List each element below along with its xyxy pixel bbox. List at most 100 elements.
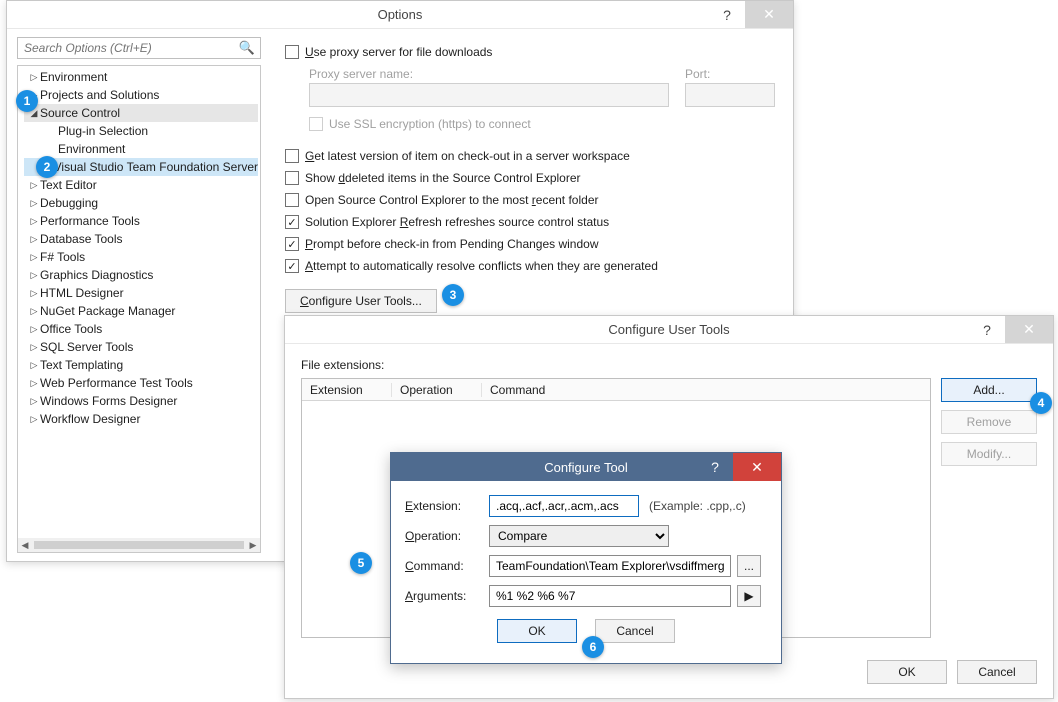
tree-item[interactable]: Visual Studio Team Foundation Server [24,158,258,176]
search-input[interactable] [17,37,261,59]
options-titlebar[interactable]: Options ? ✕ [7,1,793,29]
ssl-checkbox: Use SSL encryption (https) to connect [309,117,775,131]
proxy-port-label: Port: [685,67,775,81]
configure-user-tools-button[interactable]: Configure User Tools... [285,289,437,313]
ct-ext-note: (Example: .cpp,.c) [639,499,746,513]
chevron-right-icon[interactable]: ▷ [28,320,40,338]
tree-item[interactable]: ▷Windows Forms Designer [24,392,258,410]
chevron-right-icon[interactable]: ▷ [28,212,40,230]
use-proxy-label: se proxy server for file downloads [314,45,493,59]
checkbox-label: Solution Explorer Refresh refreshes sour… [305,215,609,229]
close-icon[interactable]: ✕ [745,1,793,28]
configure-tool-dialog: Configure Tool ? ✕ Extension: (Example: … [390,452,782,664]
tree-item-label: Performance Tools [40,212,140,230]
cancel-button[interactable]: Cancel [957,660,1037,684]
checkbox-icon [285,193,299,207]
ct-arguments-input[interactable] [489,585,731,607]
tree-item[interactable]: ▷Workflow Designer [24,410,258,428]
chevron-right-icon[interactable]: ▷ [28,266,40,284]
tree-item-label: Office Tools [40,320,102,338]
tree-item[interactable]: ▷NuGet Package Manager [24,302,258,320]
checkbox-label: Open Source Control Explorer to the most… [305,193,599,207]
chevron-right-icon[interactable]: ▷ [28,194,40,212]
tree-item[interactable]: Plug-in Selection [24,122,258,140]
chevron-right-icon[interactable]: ▷ [28,68,40,86]
checkbox-icon [285,171,299,185]
ok-button[interactable]: OK [497,619,577,643]
option-checkbox[interactable]: Open Source Control Explorer to the most… [285,189,775,211]
tree-item[interactable]: ▷Projects and Solutions [24,86,258,104]
chevron-right-icon[interactable]: ▷ [28,374,40,392]
option-checkbox[interactable]: ✓Prompt before check-in from Pending Cha… [285,233,775,255]
chevron-down-icon[interactable]: ◢ [28,104,40,122]
chevron-right-icon[interactable]: ▷ [28,284,40,302]
tree-item-label: Workflow Designer [40,410,140,428]
tree-item[interactable]: ▷Text Editor [24,176,258,194]
option-checkbox[interactable]: Get latest version of item on check-out … [285,145,775,167]
cut-titlebar[interactable]: Configure User Tools ? ✕ [285,316,1053,344]
tree-item[interactable]: ▷Environment [24,68,258,86]
help-icon[interactable]: ? [969,316,1005,343]
tree-item[interactable]: ▷Database Tools [24,230,258,248]
cut-title: Configure User Tools [608,322,729,337]
ct-operation-select[interactable]: Compare [489,525,669,547]
checkbox-icon: ✓ [285,237,299,251]
tree-item[interactable]: Environment [24,140,258,158]
tree-item-label: Projects and Solutions [40,86,159,104]
proxy-server-input [309,83,669,107]
close-icon[interactable]: ✕ [733,453,781,481]
browse-button[interactable]: ... [737,555,761,577]
option-checkbox[interactable]: Show ddeleted items in the Source Contro… [285,167,775,189]
col-operation: Operation [392,383,482,397]
option-checkbox[interactable]: ✓ Attempt to automatically resolve confli… [285,255,775,277]
close-icon[interactable]: ✕ [1005,316,1053,343]
ok-button[interactable]: OK [867,660,947,684]
tree-item[interactable]: ▷F# Tools [24,248,258,266]
args-menu-button[interactable]: ▶ [737,585,761,607]
chevron-right-icon[interactable]: ▷ [28,392,40,410]
ct-ext-label: Extension: [405,499,483,513]
ct-titlebar[interactable]: Configure Tool ? ✕ [391,453,781,481]
chevron-right-icon[interactable]: ▷ [28,410,40,428]
chevron-right-icon[interactable]: ▷ [28,248,40,266]
options-title: Options [378,7,423,22]
chevron-right-icon[interactable]: ▷ [28,86,40,104]
scroll-thumb[interactable] [34,541,244,549]
checkbox-icon [285,45,299,59]
option-checkbox[interactable]: ✓Solution Explorer Refresh refreshes sou… [285,211,775,233]
chevron-right-icon[interactable]: ▷ [28,176,40,194]
tree-item-label: Graphics Diagnostics [40,266,153,284]
chevron-right-icon[interactable]: ▷ [28,356,40,374]
cancel-button[interactable]: Cancel [595,619,675,643]
tree-item[interactable]: ▷Office Tools [24,320,258,338]
checkbox-label: Attempt to automatically resolve conflic… [305,259,658,273]
scroll-left-icon[interactable]: ◀ [18,538,32,552]
chevron-right-icon[interactable]: ▷ [28,302,40,320]
scroll-right-icon[interactable]: ▶ [246,538,260,552]
tree-item[interactable]: ▷HTML Designer [24,284,258,302]
checkbox-icon: ✓ [285,259,299,273]
tree-item[interactable]: ▷Graphics Diagnostics [24,266,258,284]
tree-item-label: Environment [40,68,107,86]
tree-item[interactable]: ▷Text Templating [24,356,258,374]
add-button[interactable]: Add... [941,378,1037,402]
proxy-server-label: Proxy server name: [309,67,669,81]
tree-item[interactable]: ▷Performance Tools [24,212,258,230]
help-icon[interactable]: ? [697,453,733,481]
ct-command-input[interactable] [489,555,731,577]
tree-item[interactable]: ▷Web Performance Test Tools [24,374,258,392]
checkbox-label: Show ddeleted items in the Source Contro… [305,171,581,185]
tree-item[interactable]: ◢Source Control [24,104,258,122]
chevron-right-icon[interactable]: ▷ [28,338,40,356]
ct-extension-input[interactable] [489,495,639,517]
help-icon[interactable]: ? [709,1,745,28]
chevron-right-icon[interactable]: ▷ [28,230,40,248]
tree-hscroll[interactable]: ◀ ▶ [18,538,260,552]
tree-item[interactable]: ▷SQL Server Tools [24,338,258,356]
ct-cmd-label: Command: [405,559,483,573]
use-proxy-checkbox[interactable]: Use proxy server for file downloads [285,41,775,63]
col-extension: Extension [302,383,392,397]
tree-item-label: HTML Designer [40,284,124,302]
remove-button: Remove [941,410,1037,434]
tree-item[interactable]: ▷Debugging [24,194,258,212]
